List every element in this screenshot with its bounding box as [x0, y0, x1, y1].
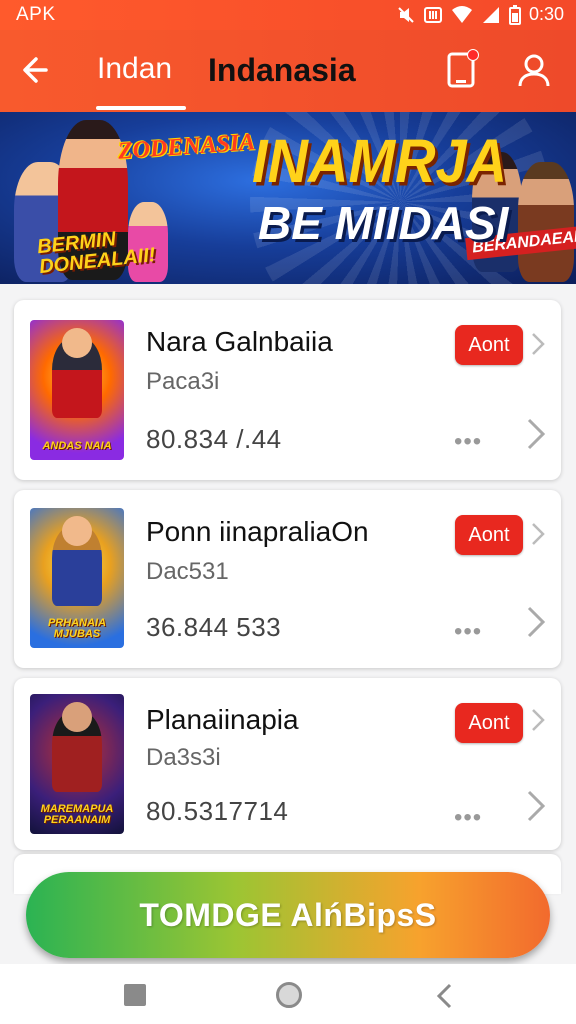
tab-indan[interactable]: Indan [97, 52, 172, 86]
tab-indanasia[interactable]: Indanasia [208, 52, 356, 89]
chevron-right-icon[interactable] [524, 604, 548, 640]
wifi-icon [451, 5, 472, 23]
mute-icon [398, 6, 414, 23]
list-item[interactable]: MAREMAPUA PERAANAIM Planaiinapia Da3s3i … [14, 678, 561, 850]
thumb-title: MAREMAPUA PERAANAIM [40, 803, 114, 826]
recent-apps-icon[interactable] [124, 984, 146, 1006]
banner-character-right2 [518, 162, 574, 282]
user-icon[interactable] [514, 50, 554, 90]
chevron-right-icon[interactable] [529, 520, 547, 548]
app-thumbnail: ANDAS NAIA [30, 320, 124, 460]
chevron-right-icon[interactable] [529, 706, 547, 734]
app-thumbnail: MAREMAPUA PERAANAIM [30, 694, 124, 834]
app-bar: Indan Indanasia [0, 30, 576, 112]
more-options-icon[interactable]: ••• [454, 428, 482, 456]
status-carrier: APK [16, 4, 56, 25]
thumb-face [62, 328, 92, 358]
battery-icon [508, 4, 521, 25]
nav-back-icon[interactable] [434, 982, 456, 1010]
status-bar: APK 0:30 [0, 0, 576, 30]
chevron-right-icon[interactable] [529, 330, 547, 358]
app-subtitle: Da3s3i [146, 744, 221, 771]
primary-cta-button[interactable]: TOMDGE AlńBipsS [26, 872, 550, 958]
thumb-face [62, 702, 92, 732]
status-icons: 0:30 [397, 4, 564, 25]
chevron-right-icon[interactable] [524, 416, 548, 452]
app-number: 80.5317714 [146, 796, 289, 826]
thumb-face [62, 516, 92, 546]
app-action-button[interactable]: Aont [455, 515, 523, 555]
thumb-title: PRHANAIA MJUBAS [47, 617, 107, 640]
banner-title-line1: INAMRJA [252, 125, 508, 196]
app-name: Planaiinapia [146, 704, 299, 735]
app-name: Ponn iinapraliaOn [146, 516, 369, 547]
app-subtitle: Dac531 [146, 558, 229, 585]
list-item[interactable]: PRHANAIA MJUBAS Ponn iinapraliaOn Dac531… [14, 490, 561, 668]
banner-left-tag: ZODENASIA [117, 129, 257, 165]
banner-title-line2: BE MIIDASI [258, 197, 509, 249]
more-options-icon[interactable]: ••• [454, 804, 482, 832]
app-action-button[interactable]: Aont [455, 325, 523, 365]
status-time: 0:30 [528, 4, 564, 24]
home-icon[interactable] [276, 982, 302, 1008]
app-thumbnail: PRHANAIA MJUBAS [30, 508, 124, 648]
more-options-icon[interactable]: ••• [454, 618, 482, 646]
app-name: Nara Galnbaiia [146, 326, 333, 357]
app-subtitle: Paca3i [146, 368, 220, 395]
thumb-title: ANDAS NAIA [42, 440, 112, 452]
back-arrow-icon[interactable] [16, 48, 60, 92]
list-item[interactable]: ANDAS NAIA Nara Galnbaiia Paca3i 80.834 … [14, 300, 561, 480]
app-action-button[interactable]: Aont [455, 703, 523, 743]
chevron-right-icon[interactable] [524, 788, 548, 824]
app-number: 36.844 533 [146, 612, 282, 642]
cta-label: TOMDGE AlńBipsS [139, 896, 437, 933]
notification-badge [467, 49, 479, 61]
system-nav-bar [0, 964, 576, 1024]
nfc-icon [423, 6, 442, 23]
active-tab-indicator [96, 106, 186, 110]
signal-icon [482, 6, 499, 23]
app-number: 80.834 /.44 [146, 424, 282, 454]
